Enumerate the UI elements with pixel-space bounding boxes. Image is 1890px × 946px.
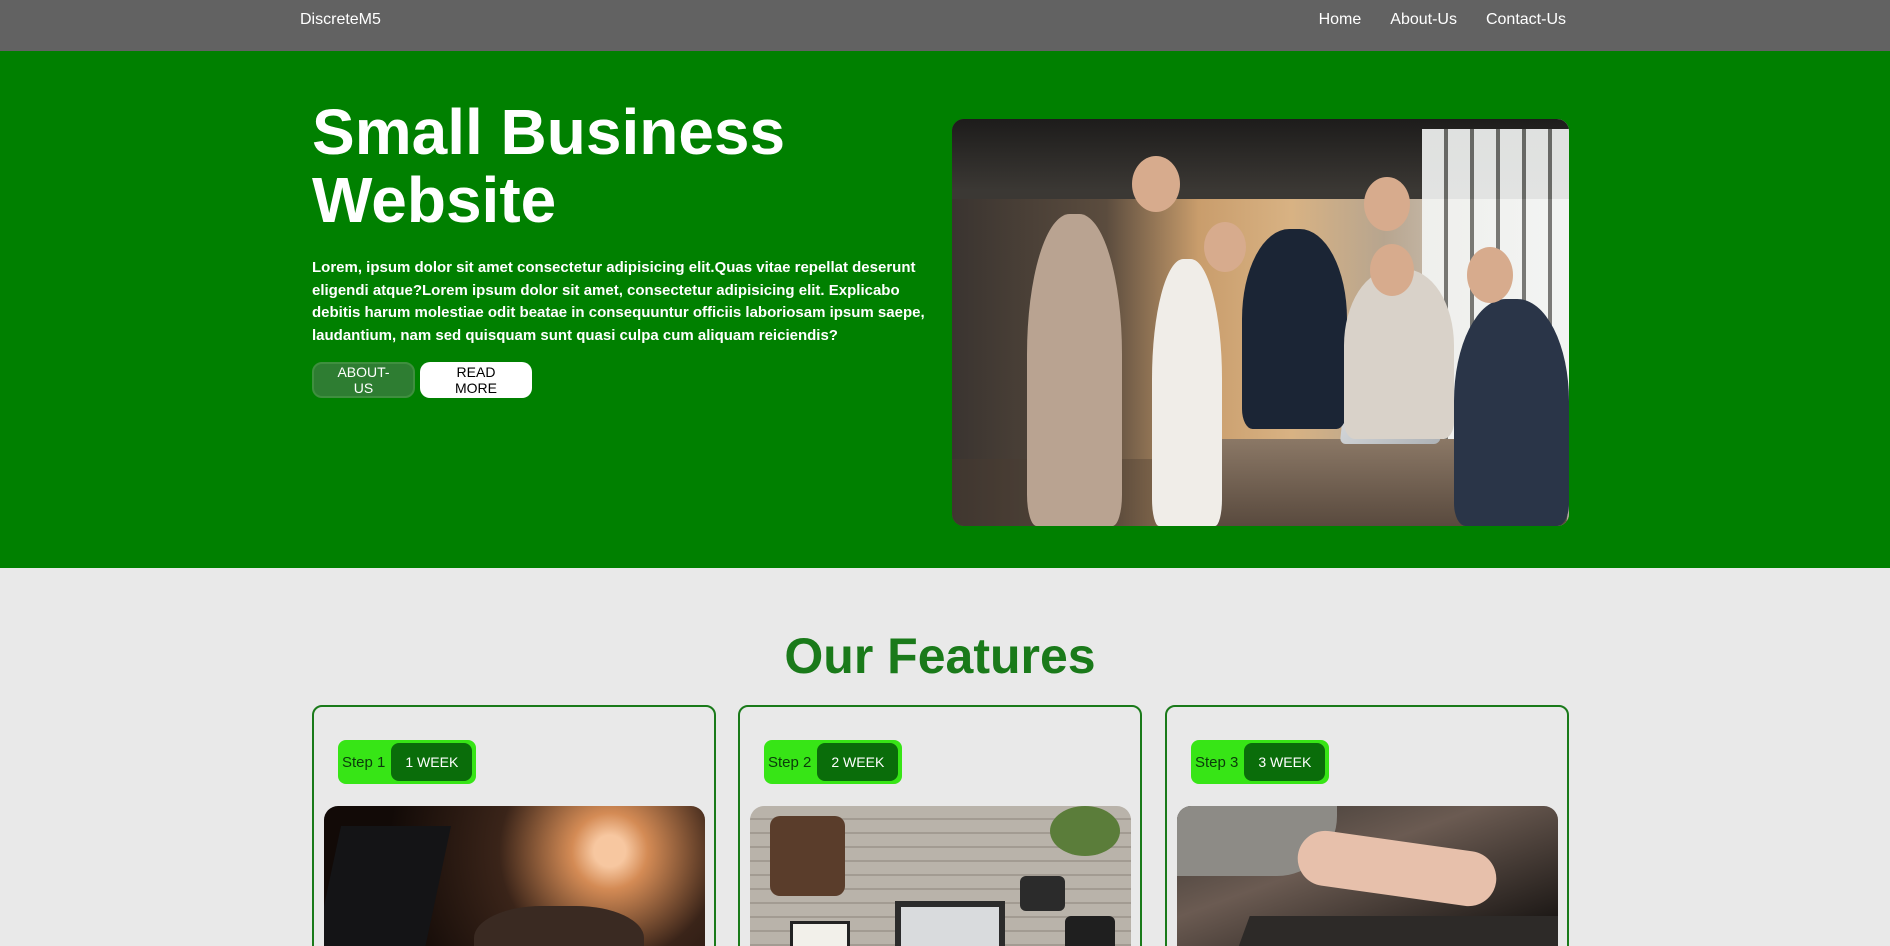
hero-button-group: ABOUT-US READ MORE <box>312 362 532 398</box>
photo-camera <box>1020 876 1065 911</box>
feature-card-1[interactable]: Step 1 1 WEEK <box>312 705 716 946</box>
nav-link-home[interactable]: Home <box>1319 10 1362 30</box>
photo-hands <box>474 906 644 946</box>
feature-card-2[interactable]: Step 2 2 WEEK <box>738 705 1142 946</box>
photo-head-5 <box>1467 247 1513 303</box>
nav-link-contact-us[interactable]: Contact-Us <box>1486 10 1566 30</box>
photo-person-3 <box>1242 229 1347 429</box>
hero-section: Small Business Website Lorem, ipsum dolo… <box>0 51 1890 568</box>
read-more-button[interactable]: READ MORE <box>420 362 532 398</box>
photo-notebook <box>790 921 850 946</box>
duration-chip[interactable]: 3 WEEK <box>1244 743 1326 781</box>
duration-chip[interactable]: 1 WEEK <box>391 743 473 781</box>
feature-image-desk-topview <box>750 806 1131 946</box>
photo-laptop-screen <box>324 826 452 946</box>
step-pill: Step 3 3 WEEK <box>1191 740 1330 784</box>
step-pill: Step 2 2 WEEK <box>764 740 903 784</box>
step-label: Step 3 <box>1195 753 1239 771</box>
hero-description: Lorem, ipsum dolor sit amet consectetur … <box>312 259 925 344</box>
feature-image-typing-hands <box>1177 806 1558 946</box>
features-heading: Our Features <box>784 628 1096 684</box>
feature-image-laptop-night <box>324 806 705 946</box>
photo-keyboard <box>895 901 1005 946</box>
photo-bag <box>770 816 845 896</box>
duration-chip[interactable]: 2 WEEK <box>817 743 899 781</box>
step-label: Step 1 <box>342 753 386 771</box>
brand-logo-text[interactable]: DiscreteM5 <box>300 10 381 30</box>
step-label: Step 2 <box>768 753 812 771</box>
photo-tablet <box>1065 916 1115 946</box>
photo-head-4 <box>1370 244 1414 296</box>
hero-team-photo <box>952 119 1569 526</box>
photo-plant <box>1050 806 1120 856</box>
feature-card-3[interactable]: Step 3 3 WEEK <box>1165 705 1569 946</box>
about-us-button[interactable]: ABOUT-US <box>312 362 415 398</box>
hero-title: Small Business Website <box>312 96 786 236</box>
nav-links: Home About-Us Contact-Us <box>1319 10 1566 30</box>
top-navbar: DiscreteM5 Home About-Us Contact-Us <box>0 0 1890 51</box>
nav-link-about-us[interactable]: About-Us <box>1390 10 1457 30</box>
photo-person-5 <box>1454 299 1569 526</box>
photo-head-2 <box>1204 222 1246 272</box>
photo-laptop-keyboard <box>1224 916 1558 946</box>
step-pill: Step 1 1 WEEK <box>338 740 477 784</box>
photo-person-1 <box>1027 214 1122 526</box>
photo-person-2 <box>1152 259 1222 526</box>
photo-head-3 <box>1364 177 1410 231</box>
photo-hands <box>1294 827 1500 910</box>
photo-head-1 <box>1132 156 1180 212</box>
